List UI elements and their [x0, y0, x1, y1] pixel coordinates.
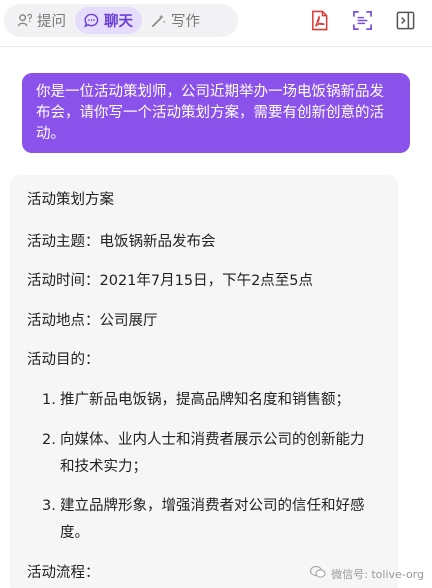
top-bar: 提问 聊天 写作 [0, 0, 432, 44]
reply-purpose-heading: 活动目的： [27, 352, 100, 368]
reply-process-heading: 活动流程： [27, 565, 100, 581]
purpose-item-text: 向媒体、业内人士和消费者展示公司的创新能力和技术实力； [60, 432, 365, 475]
reply-time: 活动时间：2021年7月15日，下午2点至5点 [27, 273, 314, 289]
purpose-item-text: 推广新品电饭锅，提高品牌知名度和销售额； [60, 392, 350, 408]
tab-ask-label: 提问 [37, 14, 66, 30]
chat-bubble-icon [84, 13, 99, 28]
pdf-icon[interactable] [308, 9, 330, 31]
purpose-item-number: 3. [42, 498, 56, 514]
user-message-bubble: 你是一位活动策划师，公司近期举办一场电饭锅新品发布会，请你写一个活动策划方案，需… [22, 73, 410, 153]
magic-wand-icon [151, 13, 166, 28]
question-icon [17, 13, 32, 28]
tab-ask[interactable]: 提问 [8, 7, 75, 34]
reply-location: 活动地点：公司展厅 [27, 313, 158, 329]
reply-title: 活动策划方案 [27, 192, 114, 208]
assistant-reply-card: 活动策划方案 活动主题：电饭锅新品发布会 活动时间：2021年7月15日，下午2… [10, 175, 398, 588]
purpose-item-number: 1. [42, 392, 56, 408]
purpose-item-number: 2. [42, 432, 56, 448]
toolbar-icons [308, 9, 416, 31]
header-divider [0, 46, 432, 47]
screenshot-icon[interactable] [351, 9, 373, 31]
sidebar-toggle-icon[interactable] [394, 9, 416, 31]
watermark-text: 微信号: tolive-org [331, 567, 424, 581]
tab-chat-label: 聊天 [104, 14, 133, 30]
wechat-logo-icon [310, 565, 326, 582]
purpose-item-text: 建立品牌形象，增强消费者对公司的信任和好感度。 [60, 498, 365, 541]
mode-tabs: 提问 聊天 写作 [4, 4, 238, 37]
tab-chat[interactable]: 聊天 [75, 7, 142, 34]
purpose-item: 1. 推广新品电饭锅，提高品牌知名度和销售额； [42, 387, 372, 414]
purpose-item: 2. 向媒体、业内人士和消费者展示公司的创新能力和技术实力； [42, 427, 372, 481]
watermark: 微信号: tolive-org [310, 565, 424, 582]
reply-theme: 活动主题：电饭锅新品发布会 [27, 234, 216, 250]
tab-write[interactable]: 写作 [142, 7, 209, 34]
purpose-item: 3. 建立品牌形象，增强消费者对公司的信任和好感度。 [42, 493, 372, 547]
tab-write-label: 写作 [171, 14, 200, 30]
